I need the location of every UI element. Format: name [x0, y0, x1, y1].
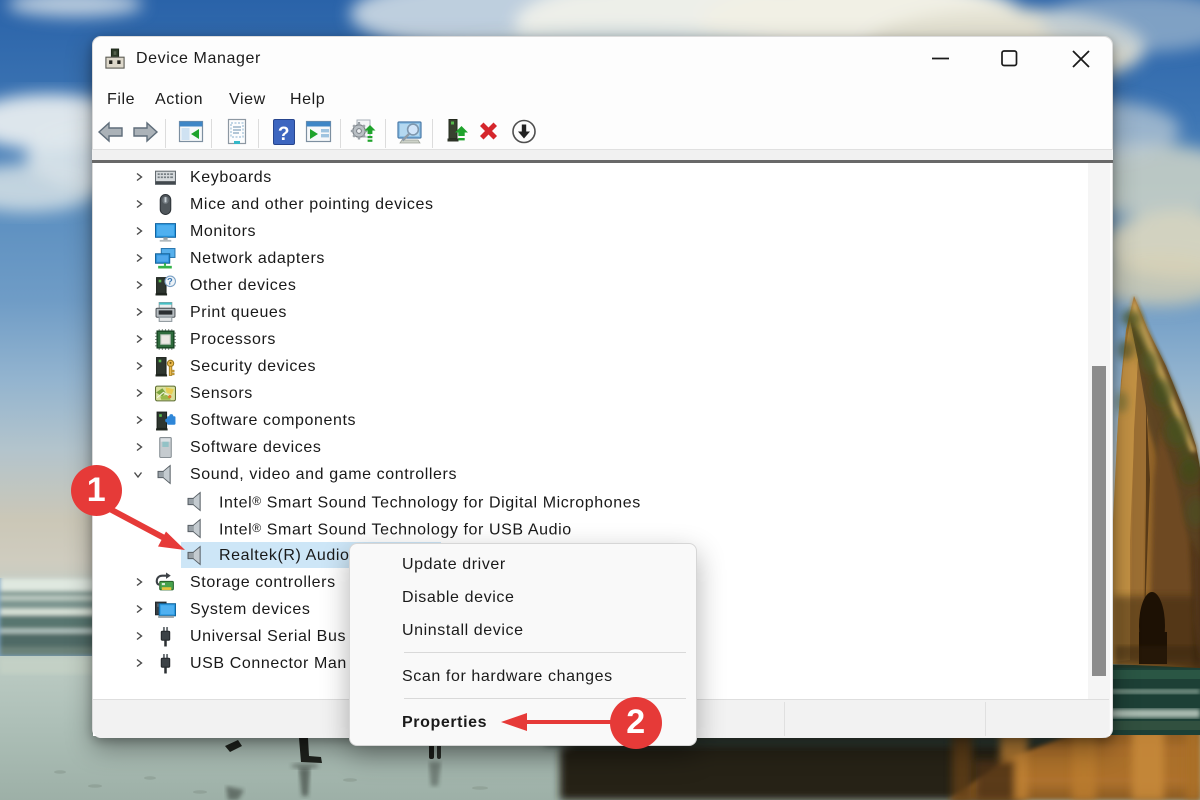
svg-text:?: ? [167, 276, 173, 287]
svg-text:?: ? [278, 124, 290, 145]
